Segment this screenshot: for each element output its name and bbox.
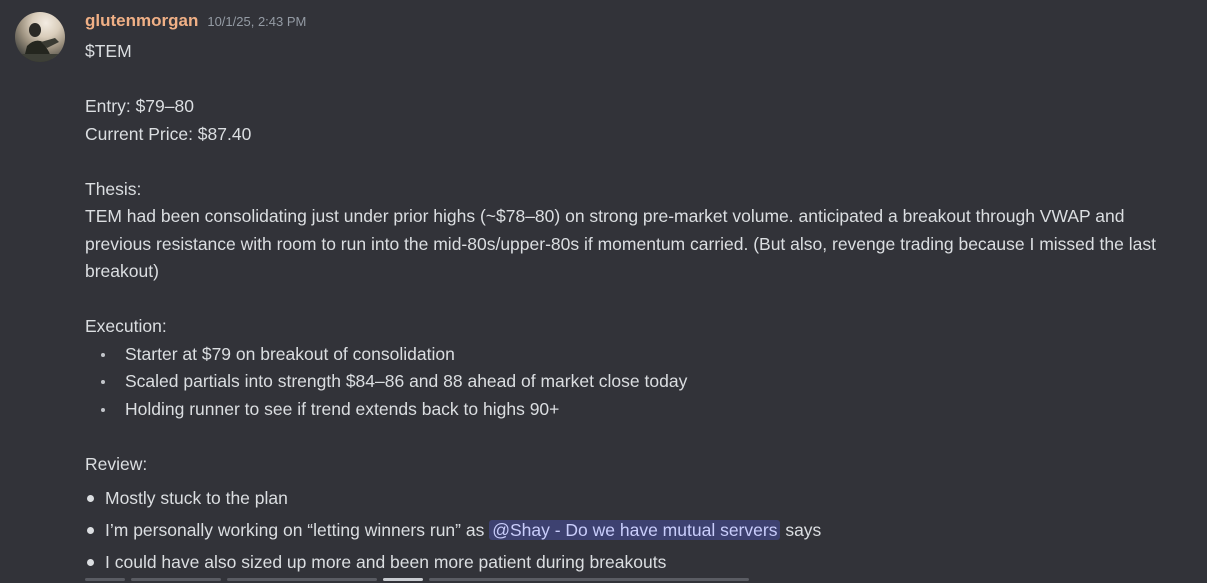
bullet-icon	[101, 407, 105, 412]
list-item-text-before: I’m personally working on “letting winne…	[105, 520, 490, 540]
list-item: Mostly stuck to the plan	[85, 482, 1195, 514]
execution-list: Starter at $79 on breakout of consolidat…	[85, 341, 1195, 424]
cutoff-fragment	[85, 578, 125, 581]
list-item-text: I could have also sized up more and been…	[105, 552, 667, 572]
list-item-text: Starter at $79 on breakout of consolidat…	[125, 343, 455, 364]
username[interactable]: glutenmorgan	[85, 11, 198, 31]
avatar-photo-icon	[15, 23, 65, 62]
bullet-icon	[87, 559, 94, 566]
cutoff-fragment	[227, 578, 377, 581]
list-item: Starter at $79 on breakout of consolidat…	[85, 341, 1195, 369]
list-item: I’m personally working on “letting winne…	[85, 514, 1195, 546]
cutoff-fragment	[429, 578, 749, 581]
bullet-icon	[101, 352, 105, 357]
ticker-line: $TEM	[85, 41, 132, 61]
bullet-icon	[101, 380, 105, 384]
user-avatar[interactable]	[15, 12, 65, 62]
user-mention[interactable]: @Shay - Do we have mutual servers	[489, 520, 781, 540]
current-price-line: Current Price: $87.40	[85, 123, 252, 144]
message-header: glutenmorgan 10/1/25, 2:43 PM	[85, 11, 306, 35]
timestamp[interactable]: 10/1/25, 2:43 PM	[207, 14, 306, 29]
list-item-text-after: says	[780, 520, 822, 540]
list-item-text: Scaled partials into strength $84–86 and…	[125, 371, 688, 391]
cutoff-fragment	[131, 578, 221, 581]
cutoff-next-line	[85, 578, 785, 583]
thesis-text: TEM had been consolidating just under pr…	[85, 206, 1156, 281]
review-heading: Review:	[85, 453, 148, 474]
message-content: $TEM Entry: $79–80 Current Price: $87.40…	[85, 38, 1195, 578]
bullet-icon	[87, 495, 94, 502]
execution-heading: Execution:	[85, 316, 167, 336]
entry-line: Entry: $79–80	[85, 96, 194, 116]
list-item: I could have also sized up more and been…	[85, 546, 1195, 578]
list-item-text: Holding runner to see if trend extends b…	[125, 398, 560, 419]
review-list: Mostly stuck to the plan I’m personally …	[85, 482, 1195, 578]
list-item: Scaled partials into strength $84–86 and…	[85, 368, 1195, 396]
list-item-text: Mostly stuck to the plan	[105, 488, 288, 508]
list-item: Holding runner to see if trend extends b…	[85, 396, 1195, 424]
chat-message: glutenmorgan 10/1/25, 2:43 PM $TEM Entry…	[0, 0, 1207, 583]
bullet-icon	[87, 527, 94, 534]
thesis-heading: Thesis:	[85, 178, 142, 199]
cutoff-fragment	[383, 578, 423, 581]
